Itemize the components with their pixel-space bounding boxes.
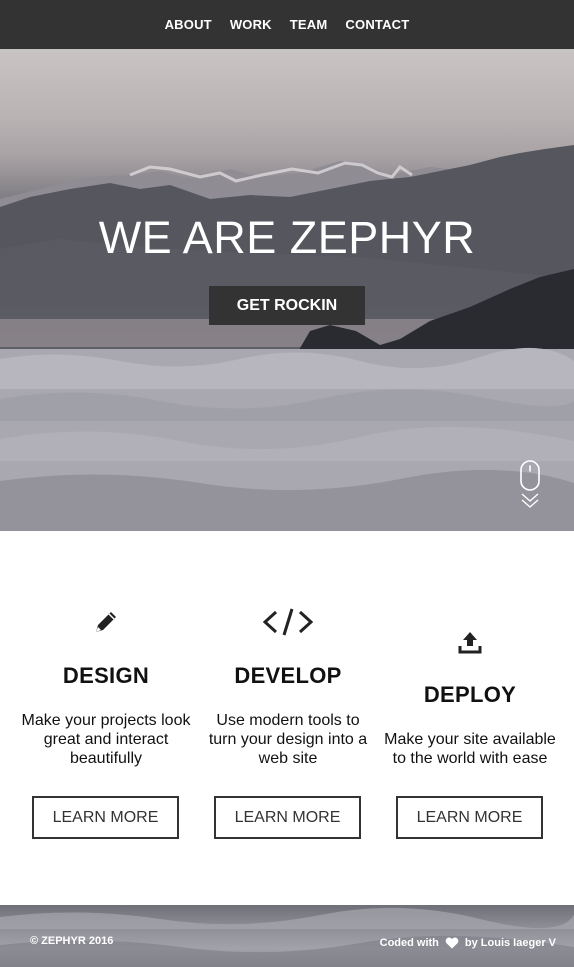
- nav-about[interactable]: ABOUT: [156, 17, 221, 32]
- credit-suffix[interactable]: by Louis Iaeger V: [465, 937, 556, 949]
- feature-title: DESIGN: [62, 663, 150, 688]
- mouse-scroll-icon[interactable]: [518, 460, 542, 512]
- footer-copyright: © ZEPHYR 2016: [30, 935, 114, 947]
- features-section: DESIGN Make your projects look great and…: [0, 531, 574, 905]
- heart-icon: [445, 937, 459, 949]
- feature-title: DEVELOP: [234, 663, 342, 688]
- top-nav: ABOUT WORK TEAM CONTACT: [0, 0, 574, 49]
- footer-credit: Coded with by Louis Iaeger V: [380, 937, 556, 949]
- feature-description: Make your site available to the world wi…: [384, 731, 556, 767]
- get-rockin-button[interactable]: GET ROCKIN: [209, 286, 365, 325]
- learn-more-deploy-button[interactable]: LEARN MORE: [396, 796, 543, 839]
- nav-contact[interactable]: CONTACT: [336, 17, 418, 32]
- footer: © ZEPHYR 2016 Coded with by Louis Iaeger…: [0, 905, 574, 967]
- feature-description: Make your projects look great and intera…: [21, 712, 191, 767]
- feature-description: Use modern tools to turn your design int…: [208, 712, 368, 767]
- feature-title: DEPLOY: [423, 682, 517, 707]
- learn-more-develop-button[interactable]: LEARN MORE: [214, 796, 361, 839]
- hero-title: WE ARE ZEPHYR: [98, 212, 476, 263]
- nav-work[interactable]: WORK: [221, 17, 281, 32]
- hero-section: WE ARE ZEPHYR GET ROCKIN: [0, 49, 574, 531]
- learn-more-design-button[interactable]: LEARN MORE: [32, 796, 179, 839]
- credit-prefix: Coded with: [379, 937, 439, 949]
- upload-icon: [379, 625, 561, 659]
- nav-team[interactable]: TEAM: [281, 17, 337, 32]
- code-icon: [197, 605, 379, 639]
- pencil-icon: [15, 605, 197, 639]
